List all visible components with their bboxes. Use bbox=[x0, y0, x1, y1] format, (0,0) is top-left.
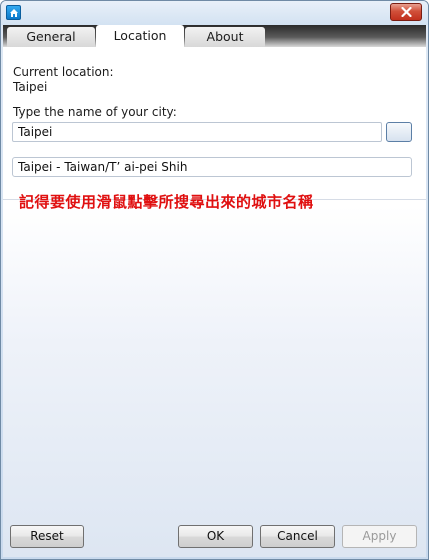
current-location-value: Taipei bbox=[13, 80, 48, 94]
city-prompt-label: Type the name of your city: bbox=[13, 105, 177, 119]
annotation-text: 記得要使用滑鼠點擊所搜尋出來的城市名稱 bbox=[19, 193, 314, 211]
city-result-item[interactable]: Taipei - Taiwan/T’ ai-pei Shih bbox=[12, 157, 412, 177]
client-area: General Location About Current location:… bbox=[3, 25, 426, 557]
location-panel: Current location: Taipei Type the name o… bbox=[3, 47, 426, 200]
apply-button[interactable]: Apply bbox=[342, 525, 417, 548]
title-bar[interactable] bbox=[1, 1, 428, 25]
tab-location[interactable]: Location bbox=[96, 25, 184, 47]
tab-about[interactable]: About bbox=[185, 27, 265, 47]
ok-button[interactable]: OK bbox=[178, 525, 253, 548]
current-location-label: Current location: bbox=[13, 65, 114, 79]
tab-general[interactable]: General bbox=[7, 27, 95, 47]
close-button[interactable] bbox=[390, 3, 422, 21]
city-input[interactable] bbox=[12, 122, 382, 142]
settings-window: General Location About Current location:… bbox=[0, 0, 429, 560]
tab-strip: General Location About bbox=[3, 25, 426, 47]
home-icon bbox=[6, 5, 21, 20]
close-icon bbox=[401, 7, 412, 17]
search-button[interactable] bbox=[386, 122, 412, 142]
cancel-button[interactable]: Cancel bbox=[260, 525, 335, 548]
reset-button[interactable]: Reset bbox=[10, 525, 84, 548]
